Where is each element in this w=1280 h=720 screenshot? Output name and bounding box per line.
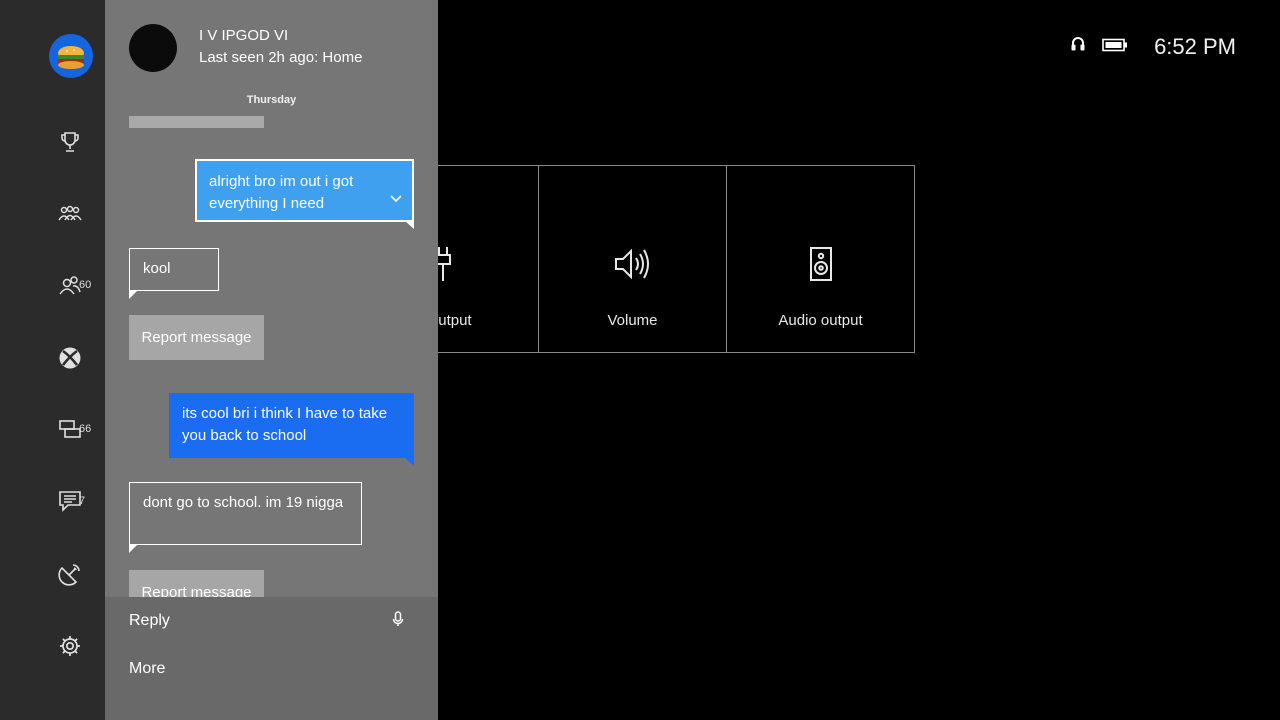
- message-text: alright bro im out i got everything I ne…: [209, 173, 354, 212]
- rail-xbox-home[interactable]: [0, 338, 105, 378]
- achievements-trophy-icon: [52, 124, 88, 160]
- guide-rail: 60 66 7: [0, 0, 105, 720]
- bubble-tail: [129, 290, 138, 299]
- clock: 6:52 PM: [1154, 34, 1236, 59]
- message-text: its cool bri i think I have to take you …: [182, 405, 388, 444]
- message-incoming[interactable]: dont go to school. im 19 nigga: [129, 482, 362, 553]
- message-text: kool: [143, 260, 171, 277]
- chevron-down-icon: [390, 188, 402, 210]
- rail-broadcast[interactable]: [0, 554, 105, 594]
- bubble-tail: [405, 458, 414, 466]
- headset-icon: [1070, 36, 1086, 59]
- settings-gear-icon: [52, 628, 88, 664]
- rail-achievements[interactable]: [0, 122, 105, 162]
- tile-volume[interactable]: Volume: [538, 165, 727, 353]
- rail-messages[interactable]: 66: [0, 409, 105, 449]
- message-text: dont go to school. im 19 nigga: [143, 494, 344, 511]
- message-outgoing-focused[interactable]: alright bro im out i got everything I ne…: [195, 159, 414, 229]
- previous-message-stub[interactable]: [129, 116, 264, 128]
- rail-notifications[interactable]: 7: [0, 481, 105, 521]
- xbox-icon: [52, 340, 88, 376]
- contact-name: I V IPGOD VI: [199, 27, 289, 44]
- reply-button[interactable]: Reply: [129, 612, 170, 630]
- day-separator: Thursday: [246, 94, 297, 106]
- conversation-panel: I V IPGOD VI Last seen 2h ago: Home Thur…: [105, 0, 438, 720]
- bubble-tail: [405, 221, 414, 229]
- message-incoming[interactable]: kool: [129, 248, 219, 299]
- contact-last-seen: Last seen 2h ago: Home: [199, 49, 363, 66]
- speaker-icon: [808, 244, 834, 284]
- messages-badge: 66: [79, 423, 92, 435]
- more-button[interactable]: More: [129, 660, 165, 678]
- conversation-header[interactable]: I V IPGOD VI Last seen 2h ago: Home: [129, 24, 429, 74]
- rail-friends[interactable]: 60: [0, 265, 105, 305]
- conversation-footer: Reply More: [105, 597, 438, 720]
- report-message-button[interactable]: Report message: [129, 315, 264, 360]
- rail-settings[interactable]: [0, 626, 105, 666]
- notifications-badge: 7: [79, 495, 86, 507]
- tile-label: Audio output: [778, 312, 863, 329]
- broadcast-icon: [52, 556, 88, 592]
- battery-icon: [1102, 38, 1128, 57]
- tile-audio-output[interactable]: Audio output: [726, 165, 915, 353]
- friends-badge: 60: [79, 279, 92, 291]
- volume-icon: [613, 244, 653, 284]
- status-bar: 6:52 PM: [1070, 30, 1236, 64]
- profile-avatar-icon[interactable]: [49, 34, 93, 78]
- contact-avatar: [129, 24, 177, 72]
- party-icon: [52, 196, 88, 232]
- rail-party[interactable]: [0, 194, 105, 234]
- microphone-icon[interactable]: [392, 611, 404, 632]
- message-outgoing[interactable]: its cool bri i think I have to take you …: [169, 393, 414, 466]
- tile-label: Volume: [607, 312, 658, 329]
- bubble-tail: [129, 544, 138, 553]
